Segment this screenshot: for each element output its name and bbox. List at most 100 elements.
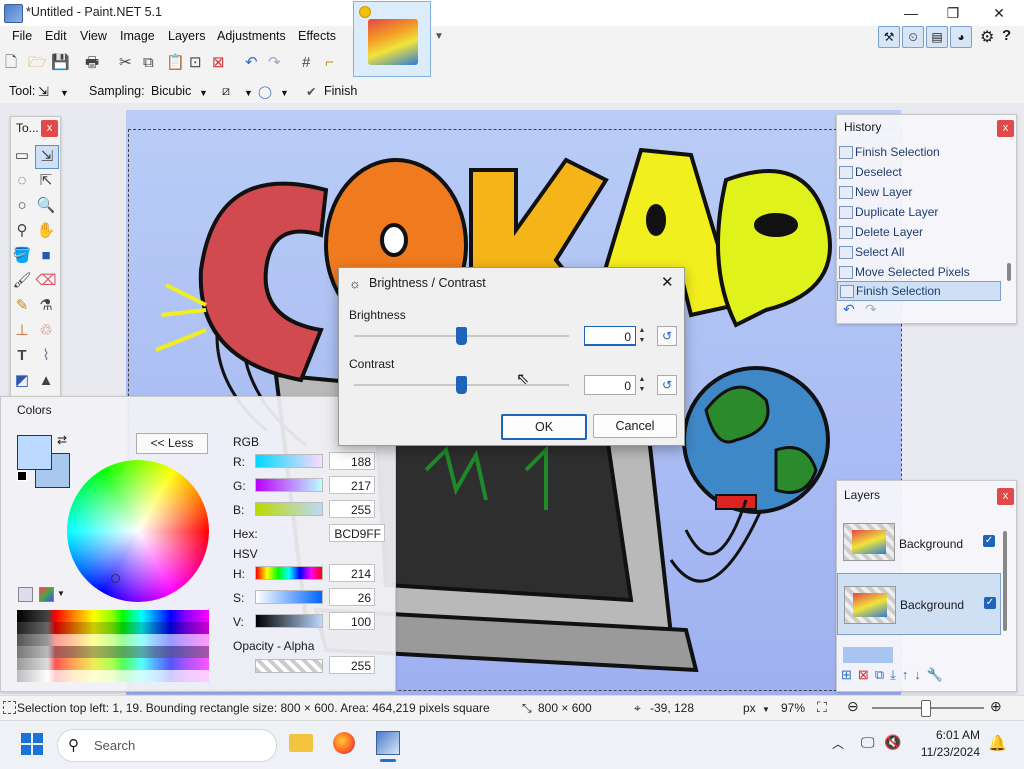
shapes-triangle-icon[interactable]: ▲ xyxy=(35,370,57,392)
zoom-slider-thumb[interactable] xyxy=(921,700,931,717)
clone-stamp-tool-icon[interactable]: ⊥ xyxy=(11,320,33,342)
units-select[interactable]: px xyxy=(743,701,756,715)
eraser-tool-icon[interactable]: ⌫ xyxy=(35,270,57,292)
move-selected-tool-icon[interactable]: ⇲ xyxy=(35,145,59,169)
save-icon[interactable]: 💾 xyxy=(51,55,70,71)
taskbar-search-box[interactable]: ⚲ Search xyxy=(57,729,277,762)
rectangle-select-tool-icon[interactable]: ▭ xyxy=(11,145,33,167)
b-value-field[interactable]: 255 xyxy=(329,500,375,518)
paintnet-taskbar-icon[interactable] xyxy=(376,731,400,755)
lasso-tool-icon[interactable]: ◌ xyxy=(11,170,33,192)
menu-adjustments[interactable]: Adjustments xyxy=(217,29,286,43)
palette-menu-icon[interactable] xyxy=(39,587,54,602)
menu-file[interactable]: File xyxy=(12,29,32,43)
close-window-button[interactable]: ✕ xyxy=(976,0,1022,26)
ellipse-select-tool-icon[interactable]: ○ xyxy=(11,195,33,217)
history-item[interactable]: Move Selected Pixels xyxy=(837,265,1007,279)
cancel-button[interactable]: Cancel xyxy=(593,414,677,438)
contrast-slider-thumb[interactable] xyxy=(455,376,467,394)
menu-layers[interactable]: Layers xyxy=(168,29,206,43)
minimize-button[interactable]: — xyxy=(888,0,934,26)
b-slider[interactable] xyxy=(255,502,323,516)
clock-date[interactable]: 11/23/2024 xyxy=(904,745,980,759)
color-wheel[interactable] xyxy=(67,460,209,602)
brightness-reset-icon[interactable]: ↺ xyxy=(657,326,677,346)
tools-panel-close-button[interactable]: x xyxy=(41,120,58,137)
open-folder-icon[interactable]: 🗁 xyxy=(28,55,47,71)
delete-layer-icon[interactable]: ⊠ xyxy=(858,667,875,682)
settings-gear-icon[interactable]: ⚙ xyxy=(980,27,994,47)
maximize-button[interactable]: ❐ xyxy=(930,0,976,26)
layers-toggle-icon[interactable]: ▤ xyxy=(926,26,948,48)
color-palette[interactable] xyxy=(17,610,209,682)
ok-button[interactable]: OK xyxy=(501,414,587,440)
print-icon[interactable]: 🖶 xyxy=(85,55,99,71)
chevron-down-icon[interactable]: ▼ xyxy=(244,88,253,98)
chevron-down-icon[interactable]: ▼ xyxy=(60,88,69,98)
pencil-tool-icon[interactable]: ✎ xyxy=(11,295,33,317)
add-layer-icon[interactable]: ⊞ xyxy=(841,667,858,682)
duplicate-layer-icon[interactable]: ⧉ xyxy=(875,667,890,682)
antialias-icon[interactable]: ◯ xyxy=(258,84,272,99)
g-value-field[interactable]: 217 xyxy=(329,476,375,494)
notifications-bell-icon[interactable]: 🔔 xyxy=(988,734,1007,752)
grid-icon[interactable]: # xyxy=(302,55,310,71)
h-value-field[interactable]: 214 xyxy=(329,564,375,582)
help-icon[interactable]: ? xyxy=(1002,27,1011,44)
dialog-close-icon[interactable]: ✕ xyxy=(661,273,674,291)
brightness-spinner[interactable]: ▲ ▼ xyxy=(637,326,647,346)
hex-value-field[interactable]: BCD9FF xyxy=(329,524,385,542)
paint-bucket-tool-icon[interactable]: 🪣 xyxy=(11,245,33,267)
color-picker-tool-icon[interactable]: ⚗ xyxy=(35,295,57,317)
layers-scrollbar[interactable] xyxy=(1003,531,1007,631)
layer-row-selected[interactable]: Background ✓ xyxy=(837,573,1001,635)
layer-properties-icon[interactable]: 🔧 xyxy=(927,667,949,682)
r-value-field[interactable]: 188 xyxy=(329,452,375,470)
history-item[interactable]: Duplicate Layer xyxy=(837,205,1007,219)
cut-icon[interactable]: ✂ xyxy=(119,55,132,71)
history-item[interactable]: Deselect xyxy=(837,165,1007,179)
move-layer-up-icon[interactable]: ↑ xyxy=(902,667,915,682)
crop-icon[interactable]: ⊡ xyxy=(189,55,202,71)
paste-icon[interactable]: 📋 xyxy=(166,55,185,71)
chevron-down-icon[interactable]: ▼ xyxy=(57,589,65,598)
gradient-tool-icon[interactable]: ■ xyxy=(35,245,57,267)
redo-icon[interactable]: ↷ xyxy=(865,301,877,318)
firefox-icon[interactable] xyxy=(333,732,355,754)
network-icon[interactable]: 🖵 xyxy=(861,734,875,751)
s-slider[interactable] xyxy=(255,590,323,604)
zoom-level-text[interactable]: 97% xyxy=(781,701,805,715)
colors-toggle-icon[interactable]: ◕ xyxy=(950,26,972,48)
text-tool-icon[interactable]: T xyxy=(11,345,33,367)
layer-visibility-checkbox[interactable]: ✓ xyxy=(983,535,995,547)
history-item[interactable]: New Layer xyxy=(837,185,1007,199)
zoom-in-icon[interactable]: ⊕ xyxy=(990,698,1002,715)
magic-wand-tool-icon[interactable]: ⚲ xyxy=(11,220,33,242)
zoom-out-icon[interactable]: ⊖ xyxy=(847,698,859,715)
move-selected-tool-icon[interactable]: ⇲ xyxy=(38,84,49,100)
deselect-icon[interactable]: ⊠ xyxy=(212,55,225,71)
line-curve-tool-icon[interactable]: ⌇ xyxy=(35,345,57,367)
undo-icon[interactable]: ↶ xyxy=(245,55,258,71)
v-value-field[interactable]: 100 xyxy=(329,612,375,630)
paintbrush-tool-icon[interactable]: 🖌 xyxy=(11,270,33,292)
history-item[interactable]: Delete Layer xyxy=(837,225,1007,239)
palette-add-icon[interactable] xyxy=(18,587,33,602)
undo-icon[interactable]: ↶ xyxy=(843,301,855,318)
quality-icon[interactable]: ⧄ xyxy=(222,84,230,99)
reset-colors-icon[interactable] xyxy=(17,471,27,481)
layers-panel-close-button[interactable]: x xyxy=(997,488,1014,505)
file-explorer-icon[interactable] xyxy=(289,734,313,752)
chevron-down-icon[interactable]: ▼ xyxy=(280,88,289,98)
brightness-slider-thumb[interactable] xyxy=(455,327,467,345)
shapes-tool-icon[interactable]: ◩ xyxy=(11,370,33,392)
new-file-icon[interactable]: 🗋 xyxy=(5,55,17,71)
g-slider[interactable] xyxy=(255,478,323,492)
menu-effects[interactable]: Effects xyxy=(298,29,336,43)
zoom-to-window-icon[interactable]: ⛶ xyxy=(817,699,827,716)
history-item[interactable]: Finish Selection xyxy=(837,145,1007,159)
v-slider[interactable] xyxy=(255,614,323,628)
contrast-spinner[interactable]: ▲ ▼ xyxy=(637,375,647,395)
h-slider[interactable] xyxy=(255,566,323,580)
ruler-icon[interactable]: ⌐ xyxy=(325,55,334,71)
